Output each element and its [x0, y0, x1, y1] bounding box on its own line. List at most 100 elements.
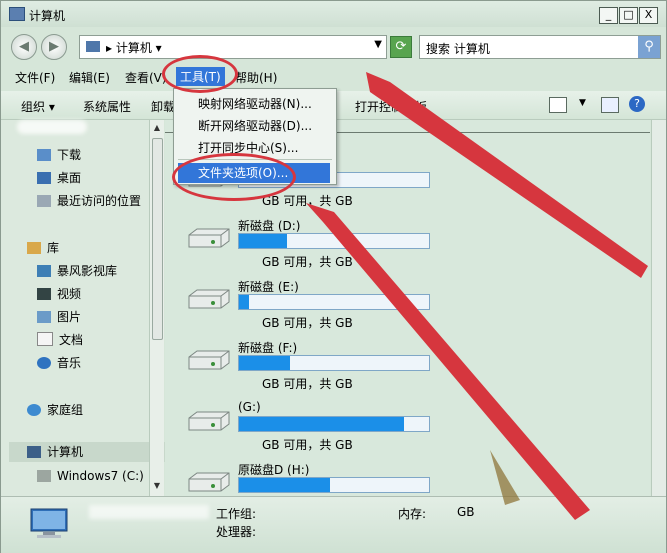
menu-view[interactable]: 查看(V) — [125, 69, 167, 86]
computer-icon — [27, 446, 41, 458]
sidebar-item-music[interactable]: 音乐 — [37, 353, 81, 373]
drive-item[interactable]: 新磁盘 (E:) GB 可用，共 GB — [165, 276, 650, 337]
video-library-icon — [37, 265, 51, 277]
music-icon — [37, 357, 51, 369]
help-icon[interactable]: ? — [629, 96, 645, 112]
drive-item[interactable]: 新磁盘 (F:) GB 可用，共 GB — [165, 337, 650, 398]
sidebar-item-drive-c[interactable]: Windows7 (C:) — [37, 466, 144, 486]
recent-places-icon — [37, 195, 51, 207]
menu-item-disconnect-drive[interactable]: 断开网络驱动器(D)... — [198, 117, 312, 134]
drive-item[interactable]: (G:) GB 可用，共 GB — [165, 398, 650, 459]
document-icon — [37, 332, 53, 346]
download-icon — [37, 149, 51, 161]
title-bar: 计算机 _ □ X — [1, 1, 666, 27]
menu-file[interactable]: 文件(F) — [15, 69, 55, 86]
sidebar-item-computer[interactable]: 计算机 — [9, 442, 167, 462]
menu-bar: 文件(F) 编辑(E) 查看(V) 工具(T) 帮助(H) — [1, 65, 666, 87]
video-icon — [37, 288, 51, 300]
address-path: ▸ 计算机 ▾ — [106, 41, 162, 55]
details-pane: 工作组: 处理器: 内存: GB — [1, 496, 666, 553]
drive-usage-bar — [238, 355, 430, 371]
drive-space-text: GB 可用，共 GB — [262, 255, 353, 269]
drive-name: 新磁盘 (E:) — [238, 280, 299, 294]
sidebar-item-downloads[interactable]: 下载 — [37, 145, 81, 165]
chevron-down-icon[interactable]: ▼ — [374, 39, 382, 50]
sidebar-item-homegroup[interactable]: 家庭组 — [27, 400, 83, 420]
menu-help[interactable]: 帮助(H) — [235, 69, 277, 86]
sidebar-item-baofeng[interactable]: 暴风影视库 — [37, 261, 117, 281]
hard-drive-icon — [188, 228, 230, 248]
drive-name: 新磁盘 (F:) — [238, 341, 298, 355]
menu-edit[interactable]: 编辑(E) — [69, 69, 110, 86]
favorites-header[interactable] — [17, 120, 87, 140]
drive-usage-fill — [239, 356, 291, 370]
computer-icon — [86, 41, 100, 52]
sidebar-item-recent[interactable]: 最近访问的位置 — [37, 191, 141, 211]
close-button[interactable]: X — [639, 7, 658, 24]
drive-usage-bar — [238, 294, 430, 310]
drive-usage-bar — [238, 416, 430, 432]
address-bar[interactable]: ▸ 计算机 ▾ ▼ — [79, 35, 387, 59]
forward-button[interactable]: ▶ — [41, 34, 67, 60]
memory-unit: GB — [457, 505, 475, 519]
scroll-thumb[interactable] — [152, 138, 163, 340]
organize-button[interactable]: 组织 ▾ — [21, 98, 55, 115]
uninstall-button[interactable]: 卸载 — [151, 98, 175, 115]
hard-drive-icon — [188, 350, 230, 370]
refresh-button[interactable]: ⟳ — [390, 36, 412, 58]
sidebar-item-pictures[interactable]: 图片 — [37, 307, 81, 327]
hard-drive-icon — [188, 289, 230, 309]
drive-space-text: GB 可用，共 GB — [262, 316, 353, 330]
sidebar-item-videos[interactable]: 视频 — [37, 284, 81, 304]
homegroup-icon — [27, 404, 41, 416]
window-title: 计算机 — [29, 9, 66, 23]
preview-pane-icon[interactable] — [601, 97, 619, 113]
view-options-icon[interactable] — [549, 97, 567, 113]
hard-drive-icon — [188, 411, 230, 431]
computer-monitor-icon — [30, 508, 68, 538]
scroll-up-arrow[interactable]: ▲ — [151, 122, 163, 134]
library-icon — [27, 242, 41, 254]
chevron-down-icon[interactable]: ▼ — [579, 98, 586, 108]
control-panel-button[interactable]: 打开控制面板 — [355, 98, 427, 115]
maximize-button[interactable]: □ — [619, 7, 638, 24]
drive-usage-fill — [239, 478, 331, 492]
drive-item[interactable]: 新磁盘 (D:) GB 可用，共 GB — [165, 215, 650, 276]
address-row: ◀ ▶ ▸ 计算机 ▾ ▼ ⟳ 搜索 计算机 ⚲ — [1, 31, 666, 63]
memory-label: 内存: — [398, 507, 427, 521]
processor-label: 处理器: — [216, 525, 257, 539]
scroll-down-arrow[interactable]: ▼ — [151, 480, 163, 492]
drive-name: 原磁盘D (H:) — [238, 463, 310, 477]
drive-space-text: GB 可用，共 GB — [262, 438, 353, 452]
computer-name-blurred — [89, 505, 209, 519]
drive-usage-bar — [238, 477, 430, 493]
drive-icon — [37, 470, 51, 482]
drive-usage-fill — [239, 234, 287, 248]
search-input[interactable]: 搜索 计算机 ⚲ — [419, 35, 661, 59]
system-properties-button[interactable]: 系统属性 — [83, 98, 131, 115]
navigation-pane: 下载 桌面 最近访问的位置 库 暴风影视库 视频 图片 文档 音乐 家庭组 计算… — [1, 120, 167, 496]
workgroup-label: 工作组: — [216, 507, 257, 521]
sidebar-item-documents[interactable]: 文档 — [37, 330, 83, 350]
sidebar-item-desktop[interactable]: 桌面 — [37, 168, 81, 188]
highlight-circle-folder-options — [172, 153, 296, 201]
search-placeholder: 搜索 计算机 — [426, 42, 490, 56]
menu-item-map-drive[interactable]: 映射网络驱动器(N)... — [198, 95, 312, 112]
hard-drive-icon — [188, 472, 230, 492]
search-icon[interactable]: ⚲ — [638, 36, 660, 58]
highlight-circle-tools — [162, 55, 238, 93]
explorer-window: 计算机 _ □ X ◀ ▶ ▸ 计算机 ▾ ▼ ⟳ 搜索 计算机 ⚲ 文件(F)… — [0, 0, 667, 553]
drive-name: (G:) — [238, 400, 261, 414]
drive-usage-fill — [239, 417, 405, 431]
picture-icon — [37, 311, 51, 323]
desktop-icon — [37, 172, 51, 184]
drive-usage-bar — [238, 233, 430, 249]
drive-usage-fill — [239, 295, 249, 309]
minimize-button[interactable]: _ — [599, 7, 618, 24]
sidebar-item-library[interactable]: 库 — [27, 238, 59, 258]
computer-icon — [9, 7, 25, 21]
sidebar-scrollbar[interactable]: ▲ ▼ — [149, 120, 164, 496]
drive-space-text: GB 可用，共 GB — [262, 377, 353, 391]
back-button[interactable]: ◀ — [11, 34, 37, 60]
main-scrollbar[interactable] — [651, 120, 666, 496]
